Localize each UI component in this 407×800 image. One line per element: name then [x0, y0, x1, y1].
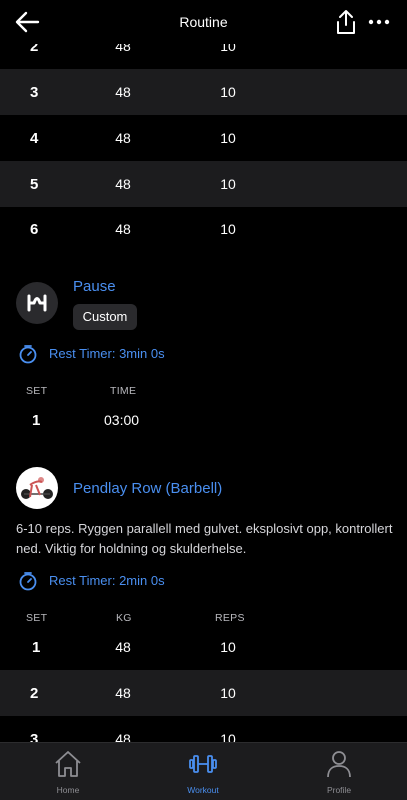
reps-value: 10	[220, 130, 236, 146]
reps-value: 10	[220, 639, 236, 655]
kg-value: 48	[115, 685, 131, 701]
kg-value: 48	[115, 84, 131, 100]
rest-timer-label: Rest Timer: 3min 0s	[49, 346, 165, 361]
exercise-notes: 6-10 reps. Ryggen parallell med gulvet. …	[16, 521, 393, 556]
dumbbell-icon	[189, 755, 217, 773]
table-row[interactable]: 5 48 10	[0, 161, 407, 207]
stopwatch-icon	[19, 345, 37, 364]
kg-value: 48	[115, 639, 131, 655]
table-row[interactable]: 3 48 10	[0, 69, 407, 115]
col-header-set: SET	[26, 612, 48, 624]
pause-glyph-icon	[27, 294, 47, 312]
reps-value: 10	[220, 176, 236, 192]
table-row[interactable]: 4 48 10	[0, 115, 407, 161]
reps-value: 10	[220, 84, 236, 100]
reps-value: 10	[220, 731, 236, 742]
exercise-thumbnail[interactable]	[16, 467, 58, 509]
set-number: 1	[32, 412, 41, 429]
set-number: 3	[30, 84, 39, 101]
table-row[interactable]: 1 48 10	[0, 624, 407, 670]
kg-value: 48	[115, 221, 131, 237]
tab-profile[interactable]: Profile	[304, 749, 374, 795]
exercise-name[interactable]: Pendlay Row (Barbell)	[73, 480, 222, 497]
col-header-time: TIME	[110, 385, 137, 397]
col-header-reps: REPS	[215, 612, 245, 624]
exercise-name[interactable]: Pause	[73, 278, 116, 295]
pause-exercise-icon[interactable]	[16, 282, 58, 324]
reps-value: 10	[220, 685, 236, 701]
table-row[interactable]: 6 48 10	[0, 206, 407, 252]
kg-value: 48	[115, 176, 131, 192]
bottom-tab-bar: Home Workout Profile	[0, 742, 407, 800]
time-value: 03:00	[104, 412, 140, 428]
rest-timer-label: Rest Timer: 2min 0s	[49, 573, 165, 588]
tab-workout[interactable]: Workout	[168, 749, 238, 795]
table-row[interactable]: 2 48 10	[0, 670, 407, 716]
section-divider	[0, 252, 407, 264]
set-number: 3	[30, 731, 39, 742]
tab-profile-label: Profile	[326, 785, 352, 795]
barbell-row-illustration-icon	[21, 477, 53, 499]
custom-badge: Custom	[73, 304, 137, 330]
home-icon	[55, 751, 81, 777]
table-row[interactable]: 1 03:00	[0, 397, 407, 443]
tab-workout-label: Workout	[187, 785, 219, 795]
col-header-set: SET	[26, 385, 48, 397]
share-icon[interactable]	[334, 9, 358, 35]
set-number: 6	[30, 221, 39, 238]
set-number: 5	[30, 176, 39, 193]
top-bar: Routine	[0, 0, 407, 44]
col-header-kg: KG	[116, 612, 132, 624]
routine-content[interactable]: 2 48 10 3 48 10 4 48 10 5 48 10 6 48 10 …	[0, 0, 407, 742]
reps-value: 10	[220, 221, 236, 237]
tab-home-label: Home	[56, 785, 80, 795]
table-row[interactable]: 3 48 10	[0, 716, 407, 742]
set-number: 4	[30, 130, 39, 147]
tab-home[interactable]: Home	[33, 749, 103, 795]
kg-value: 48	[115, 731, 131, 742]
person-icon	[327, 751, 351, 778]
set-number: 2	[30, 685, 39, 702]
set-number: 1	[32, 639, 41, 656]
stopwatch-icon	[19, 572, 37, 591]
more-options-icon[interactable]	[368, 12, 390, 32]
kg-value: 48	[115, 130, 131, 146]
